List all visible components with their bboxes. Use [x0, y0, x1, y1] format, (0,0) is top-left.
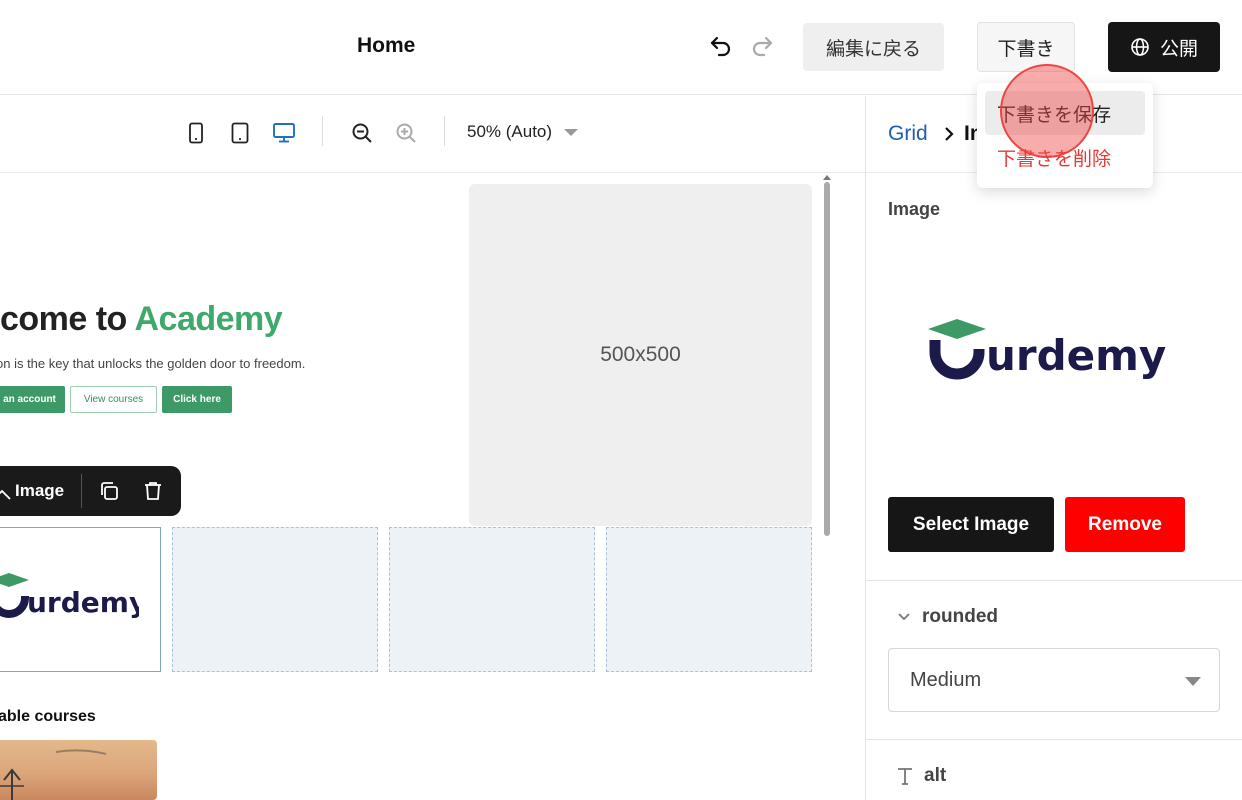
panel-divider-line [866, 580, 1242, 581]
element-type-button[interactable] [0, 479, 14, 503]
tablet-view-button[interactable] [227, 120, 253, 146]
rounded-accordion-header[interactable]: rounded [896, 606, 998, 628]
zoom-select[interactable]: 50% (Auto) [467, 122, 579, 142]
globe-icon [1131, 38, 1149, 56]
toolbar-divider [444, 116, 445, 146]
desktop-view-button[interactable] [271, 120, 297, 146]
publish-label: 公開 [1159, 38, 1198, 60]
panel-divider [865, 96, 866, 800]
text-type-icon [898, 768, 912, 785]
rounded-label: rounded [922, 606, 998, 627]
hero-button-click-here[interactable]: Click here [162, 386, 232, 413]
chevron-down-icon [898, 613, 910, 621]
panel-divider-line [866, 739, 1242, 740]
editor-canvas[interactable]: lcome to Academy on is the key that unlo… [0, 174, 832, 800]
draft-button[interactable]: 下書き [977, 22, 1075, 72]
undo-button[interactable] [707, 32, 735, 60]
back-to-edit-button[interactable]: 編集に戻る [803, 23, 944, 71]
breadcrumb-grid-link[interactable]: Grid [888, 122, 928, 146]
grid-cell-empty[interactable] [606, 527, 812, 672]
zoom-value: 50% (Auto) [467, 122, 553, 141]
mobile-view-button[interactable] [183, 120, 209, 146]
rounded-select[interactable]: Medium [888, 648, 1220, 712]
select-image-button[interactable]: Select Image [888, 497, 1054, 552]
course-illustration [0, 749, 107, 800]
delete-element-button[interactable] [141, 479, 165, 503]
hero-button-account[interactable]: an account [0, 386, 65, 413]
tablet-icon [231, 122, 249, 144]
duplicate-icon [101, 482, 118, 500]
image-section-label: Image [888, 199, 941, 219]
image-icon [0, 489, 11, 500]
mobile-icon [189, 122, 203, 144]
alt-label: alt [924, 765, 947, 786]
publish-button[interactable]: 公開 [1108, 22, 1220, 72]
chevron-down-icon [564, 128, 579, 136]
chevron-right-icon [945, 127, 954, 141]
page-title: Home [357, 34, 416, 57]
zoom-in-button[interactable] [393, 120, 419, 146]
hero-title[interactable]: lcome to Academy [0, 300, 283, 339]
desktop-icon [273, 123, 295, 143]
preview-logo-text: urdemy [986, 331, 1166, 380]
grid-cell-empty[interactable] [172, 527, 378, 672]
redo-icon [752, 36, 773, 57]
click-indicator [1000, 64, 1094, 158]
trash-icon [145, 482, 161, 500]
zoom-out-button[interactable] [349, 120, 375, 146]
redo-button[interactable] [748, 32, 776, 60]
toolbar-divider [322, 116, 323, 146]
canvas-toolbar: 50% (Auto) [0, 96, 866, 173]
duplicate-button[interactable] [97, 479, 121, 503]
zoom-out-icon [352, 123, 372, 143]
element-toolbar: Image [0, 466, 181, 516]
undo-icon [710, 36, 731, 57]
remove-image-button[interactable]: Remove [1065, 497, 1185, 552]
zoom-in-icon [396, 123, 416, 143]
courses-section-title[interactable]: able courses [0, 708, 96, 726]
hero-subtitle[interactable]: on is the key that unlocks the golden do… [0, 356, 305, 371]
alt-accordion-header[interactable]: alt [896, 765, 946, 787]
grid-cell-empty[interactable] [389, 527, 595, 672]
hero-title-prefix: lcome to [0, 300, 135, 338]
grid-cell-image-selected[interactable]: urdemy [0, 527, 161, 672]
image-preview-logo: urdemy [928, 319, 1166, 380]
hero-title-accent: Academy [134, 300, 283, 338]
placeholder-label: 500x500 [600, 343, 681, 366]
course-thumbnail[interactable] [0, 740, 157, 800]
element-toolbar-divider [81, 474, 82, 508]
chevron-down-icon [1185, 677, 1201, 686]
placeholder-image[interactable]: 500x500 [469, 184, 812, 526]
grid-logo-text: urdemy [27, 586, 139, 619]
scroll-up-arrow-icon[interactable] [823, 175, 831, 180]
canvas-scroll-thumb[interactable] [824, 182, 830, 536]
element-type-label: Image [15, 481, 65, 500]
urdemy-logo: urdemy [0, 573, 139, 619]
hero-button-view-courses[interactable]: View courses [70, 386, 157, 413]
rounded-select-value: Medium [910, 668, 982, 691]
